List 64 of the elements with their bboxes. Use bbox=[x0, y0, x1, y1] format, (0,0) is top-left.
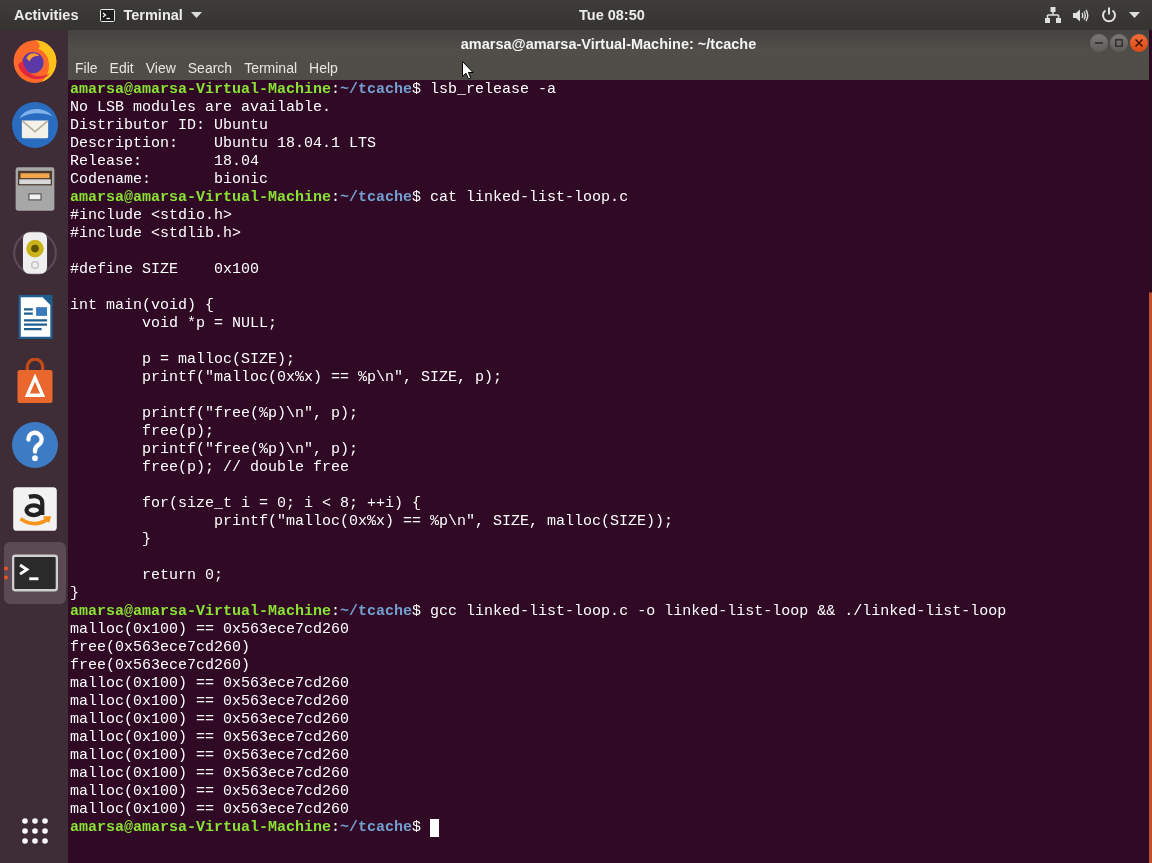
output-line: malloc(0x100) == 0x563ece7cd260 bbox=[70, 675, 350, 693]
prompt-line: amarsa@amarsa-Virtual-Machine:~/tcache$ gcc linked-list-loop.c -o linked-list-loop && ./linked-list-loop bbox=[70, 603, 1007, 621]
output-line: Description: Ubuntu 18.04.1 LTS bbox=[70, 135, 377, 153]
output-line: Codename: bionic bbox=[70, 171, 269, 189]
output-line: Release: 18.04 bbox=[70, 153, 260, 171]
window-title: amarsa@amarsa-Virtual-Machine: ~/tcache bbox=[460, 34, 757, 52]
output-line: malloc(0x100) == 0x563ece7cd260 bbox=[70, 765, 350, 783]
speaker-icon bbox=[12, 230, 58, 276]
menu-item[interactable]: Search bbox=[181, 57, 239, 78]
caret-icon[interactable] bbox=[1129, 12, 1140, 18]
output-line: malloc(0x100) == 0x563ece7cd260 bbox=[70, 693, 350, 711]
output-line: free(p); // double free bbox=[142, 459, 350, 477]
output-line: #define SIZE 0x100 bbox=[70, 261, 260, 279]
output-line: printf("free(%p)\n", p); bbox=[142, 405, 359, 423]
output-line: free(0x563ece7cd260) bbox=[70, 657, 251, 675]
menu-item[interactable]: Edit bbox=[103, 57, 140, 78]
output-line: malloc(0x100) == 0x563ece7cd260 bbox=[70, 729, 350, 747]
output-line: free(p); bbox=[142, 423, 215, 441]
output-line: p = malloc(SIZE); bbox=[142, 351, 296, 369]
prompt-line: amarsa@amarsa-Virtual-Machine:~/tcache$ bbox=[70, 819, 422, 837]
output-line: malloc(0x100) == 0x563ece7cd260 bbox=[70, 621, 350, 639]
output-line: printf("malloc(0x%x) == %p\n", SIZE, p); bbox=[142, 369, 503, 387]
apps-grid-icon[interactable] bbox=[22, 818, 48, 844]
caret-icon bbox=[190, 12, 202, 18]
output-line: } bbox=[142, 531, 152, 549]
prompt-line: amarsa@amarsa-Virtual-Machine:~/tcache$ lsb_release -a bbox=[70, 81, 557, 99]
menu-item[interactable]: Terminal bbox=[238, 57, 304, 78]
output-line: #include <stdlib.h> bbox=[70, 225, 242, 243]
output-line: } bbox=[70, 585, 79, 603]
app-menu-button[interactable]: Terminal bbox=[100, 7, 202, 23]
volume-icon[interactable] bbox=[1073, 7, 1089, 23]
network-icon[interactable] bbox=[1045, 7, 1061, 23]
envelope-icon bbox=[12, 102, 58, 148]
output-line: void *p = NULL; bbox=[142, 315, 278, 333]
menu-item[interactable]: View bbox=[139, 57, 182, 78]
dock-item[interactable] bbox=[4, 542, 66, 604]
menu-item[interactable]: File bbox=[69, 57, 104, 78]
output-line: Distributor ID: Ubuntu bbox=[70, 117, 269, 135]
output-line: #include <stdio.h> bbox=[70, 207, 233, 225]
output-line: No LSB modules are available. bbox=[70, 99, 332, 117]
output-line: return 0; bbox=[142, 567, 224, 585]
close-icon bbox=[1135, 38, 1143, 47]
mouse-pointer-icon bbox=[462, 61, 474, 80]
output-line: printf("malloc(0x%x) == %p\n", SIZE, malloc(SIZE)); bbox=[214, 513, 674, 531]
output-line: malloc(0x100) == 0x563ece7cd260 bbox=[70, 711, 350, 729]
clock[interactable]: Tue 08:50 bbox=[579, 7, 645, 23]
output-line: malloc(0x100) == 0x563ece7cd260 bbox=[70, 801, 350, 819]
output-line: malloc(0x100) == 0x563ece7cd260 bbox=[70, 783, 350, 801]
prompt-line: amarsa@amarsa-Virtual-Machine:~/tcache$ cat linked-list-loop.c bbox=[70, 189, 629, 207]
output-line: for(size_t i = 0; i < 8; ++i) { bbox=[142, 495, 422, 513]
flame-globe-icon bbox=[12, 38, 58, 84]
output-line: malloc(0x100) == 0x563ece7cd260 bbox=[70, 747, 350, 765]
power-icon[interactable] bbox=[1101, 7, 1117, 23]
activities-button[interactable]: Activities bbox=[14, 7, 79, 23]
menu-item[interactable]: Help bbox=[303, 57, 344, 78]
close-button[interactable] bbox=[1130, 33, 1148, 52]
terminal-icon bbox=[100, 8, 116, 22]
output-line: int main(void) { bbox=[70, 297, 215, 315]
output-line: free(0x563ece7cd260) bbox=[70, 639, 251, 657]
minimize-button[interactable] bbox=[1090, 33, 1108, 52]
maximize-button[interactable] bbox=[1110, 33, 1128, 52]
output-line: printf("free(%p)\n", p); bbox=[142, 441, 359, 459]
help-icon bbox=[12, 422, 58, 468]
square-icon bbox=[1115, 38, 1123, 47]
